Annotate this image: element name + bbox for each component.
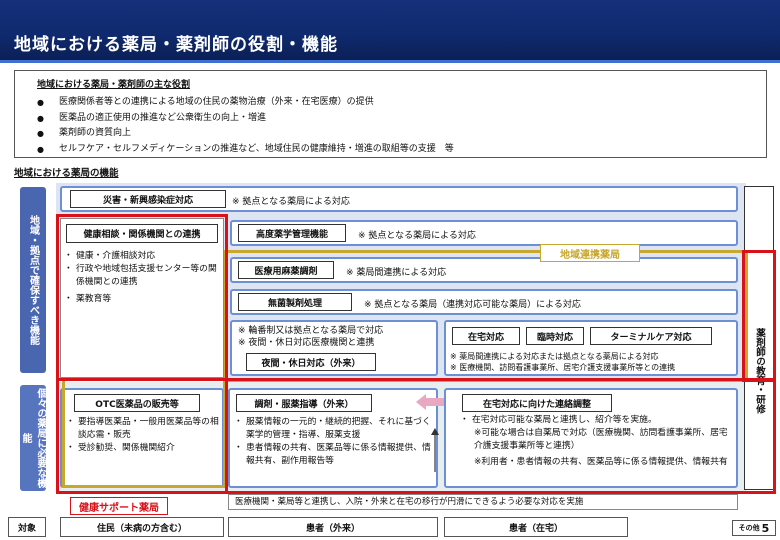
- education-red-outline: [742, 250, 776, 382]
- transition-note-text: 医療機関・薬局等と連携し、入院・外来と在宅の移行が円滑にできるよう必要な対応を実…: [235, 497, 584, 507]
- regional-pharmacy-outline: [224, 250, 748, 382]
- role-item: セルフケア・セルフメディケーションの推進など、地域住民の健康維持・増進の取組等の…: [37, 142, 454, 158]
- roles-list: 医療関係者等との連携による地域の住民の薬物治療（外来・在宅医療）の提供 医薬品の…: [37, 95, 454, 157]
- target-label: 対象: [8, 517, 46, 537]
- target-residents: 住民（未病の方含む）: [60, 517, 224, 537]
- functions-title: 地域における薬局の機能: [14, 168, 119, 179]
- support-pharmacy-tag: 健康サポート薬局: [70, 497, 168, 515]
- page-number: 5: [761, 521, 770, 535]
- regional-pharmacy-tag: 地域連携薬局: [540, 244, 640, 262]
- header-divider: [0, 60, 780, 63]
- pharmacy-red-outline: [56, 378, 776, 494]
- target-outpatient: 患者（外来）: [228, 517, 438, 537]
- roles-title: 地域における薬局・薬剤師の主な役割: [37, 80, 191, 90]
- advanced-label: 高度薬学管理機能: [238, 224, 346, 242]
- role-item: 医療関係者等との連携による地域の住民の薬物治療（外来・在宅医療）の提供: [37, 95, 454, 111]
- regional-functions-label: 地域・拠点で確保すべき機能: [20, 187, 46, 373]
- page-indicator: その他 5: [732, 520, 776, 536]
- role-item: 薬剤師の資質向上: [37, 126, 454, 142]
- individual-functions-label: 個々の薬局に必要な機能: [20, 385, 46, 491]
- page-title: 地域における薬局・薬剤師の役割・機能: [14, 35, 338, 55]
- disaster-note: ※ 拠点となる薬局による対応: [232, 197, 350, 207]
- target-home-patient: 患者（在宅）: [444, 517, 628, 537]
- roles-box: 地域における薬局・薬剤師の主な役割 医療関係者等との連携による地域の住民の薬物治…: [14, 70, 767, 158]
- page-label: その他: [738, 524, 760, 532]
- role-item: 医薬品の適正使用の推進など公衆衛生の向上・増進: [37, 111, 454, 127]
- transition-note: 医療機関・薬局等と連携し、入院・外来と在宅の移行が円滑にできるよう必要な対応を実…: [228, 494, 738, 510]
- advanced-note: ※ 拠点となる薬局による対応: [358, 231, 476, 241]
- disaster-label: 災害・新興感染症対応: [70, 190, 226, 208]
